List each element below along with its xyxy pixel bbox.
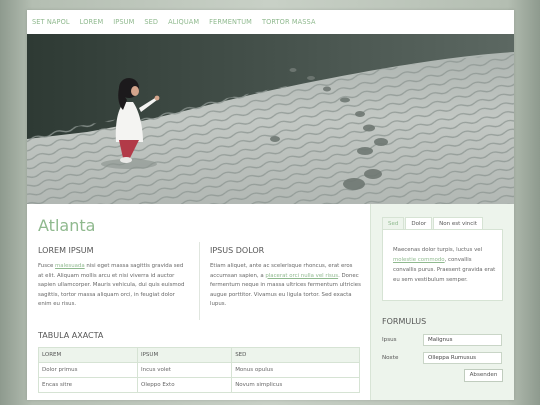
inline-link[interactable]: malesuada	[55, 263, 85, 269]
main-column: Atlanta LOREM IPSUM Fusce malesuada nisi…	[27, 204, 370, 400]
form-row-noxte: Noxte	[382, 352, 502, 364]
text-part: Maecenas dolor turpis, luctus vel	[393, 247, 483, 253]
content-area: Atlanta LOREM IPSUM Fusce malesuada nisi…	[27, 204, 514, 400]
tab-non-est-vincit[interactable]: Non est vincit	[433, 217, 483, 229]
tab-panel: Maecenas dolor turpis, luctus vel molest…	[382, 229, 503, 301]
table-title: TABULA AXACTA	[38, 331, 104, 340]
text-part: nisi eget massa sagittis gravida sed at …	[38, 263, 185, 308]
table-cell: Monus opulus	[231, 362, 360, 378]
column-header: SED	[231, 347, 360, 363]
sidebar: Sed Dolor Non est vincit Maecenas dolor …	[370, 204, 514, 400]
nav-item-sed[interactable]: SED	[144, 18, 158, 26]
table-row: Dolor primus Incus volet Monus opulus	[38, 362, 360, 378]
noxte-field[interactable]	[423, 352, 502, 364]
table-row: Encas sitre Oleppo Exto Novum simplicus	[38, 377, 360, 393]
nav-item-ipsum[interactable]: IPSUM	[113, 18, 134, 26]
table-header-row: LOREM IPSUM SED	[38, 347, 360, 363]
section-text: Etiam aliquet, ante ac scelerisque rhonc…	[210, 262, 362, 310]
column-header: IPSUM	[136, 347, 233, 363]
nav-item-fermentum[interactable]: FERMENTUM	[209, 18, 252, 26]
table-cell: Incus volet	[136, 362, 233, 378]
hero-photo-child-in-sand-dunes	[27, 34, 514, 204]
section-heading: LOREM IPSUM	[38, 246, 94, 255]
field-label-ipsus: Ipsus	[382, 337, 397, 343]
hero-image	[27, 34, 514, 204]
submit-button[interactable]: Absenden	[464, 369, 503, 382]
column-divider	[199, 242, 200, 320]
table-cell: Novum simplicus	[231, 377, 360, 393]
tab-panel-link[interactable]: molestie commodo	[393, 257, 445, 263]
nav-item-aliquam[interactable]: ALIQUAM	[168, 18, 199, 26]
page-container: SET NAPOL LOREM IPSUM SED ALIQUAM FERMEN…	[27, 10, 514, 400]
column-header: LOREM	[38, 347, 138, 363]
form-row-ipsus: Ipsus	[382, 334, 502, 346]
tab-dolor[interactable]: Dolor	[405, 217, 433, 229]
page-title: Atlanta	[38, 216, 96, 235]
form-title: FORMULUS	[382, 317, 427, 326]
ipsus-field[interactable]	[423, 334, 502, 346]
section-heading: IPSUS DOLOR	[210, 246, 265, 255]
sidebar-tabs: Sed Dolor Non est vincit	[382, 217, 484, 229]
table-cell: Dolor primus	[38, 362, 138, 378]
nav-item-lorem[interactable]: LOREM	[80, 18, 104, 26]
lorem-ipsum-section: LOREM IPSUM Fusce malesuada nisi eget ma…	[38, 246, 190, 310]
nav-item-set-napol[interactable]: SET NAPOL	[32, 18, 70, 26]
top-nav: SET NAPOL LOREM IPSUM SED ALIQUAM FERMEN…	[27, 10, 514, 34]
data-table: LOREM IPSUM SED Dolor primus Incus volet…	[38, 347, 360, 393]
nav-item-tortor-massa[interactable]: TORTOR MASSA	[262, 18, 316, 26]
ipsus-dolor-section: IPSUS DOLOR Etiam aliquet, ante ac scele…	[210, 246, 362, 310]
field-label-noxte: Noxte	[382, 355, 399, 361]
tab-sed[interactable]: Sed	[382, 217, 405, 229]
table-cell: Oleppo Exto	[136, 377, 233, 393]
section-text: Fusce malesuada nisi eget massa sagittis…	[38, 262, 190, 310]
inline-link[interactable]: placerat orci nulla vel risus	[265, 273, 338, 279]
table-cell: Encas sitre	[38, 377, 138, 393]
tab-panel-text: Maecenas dolor turpis, luctus vel molest…	[393, 245, 496, 285]
text-part: Fusce	[38, 263, 56, 269]
